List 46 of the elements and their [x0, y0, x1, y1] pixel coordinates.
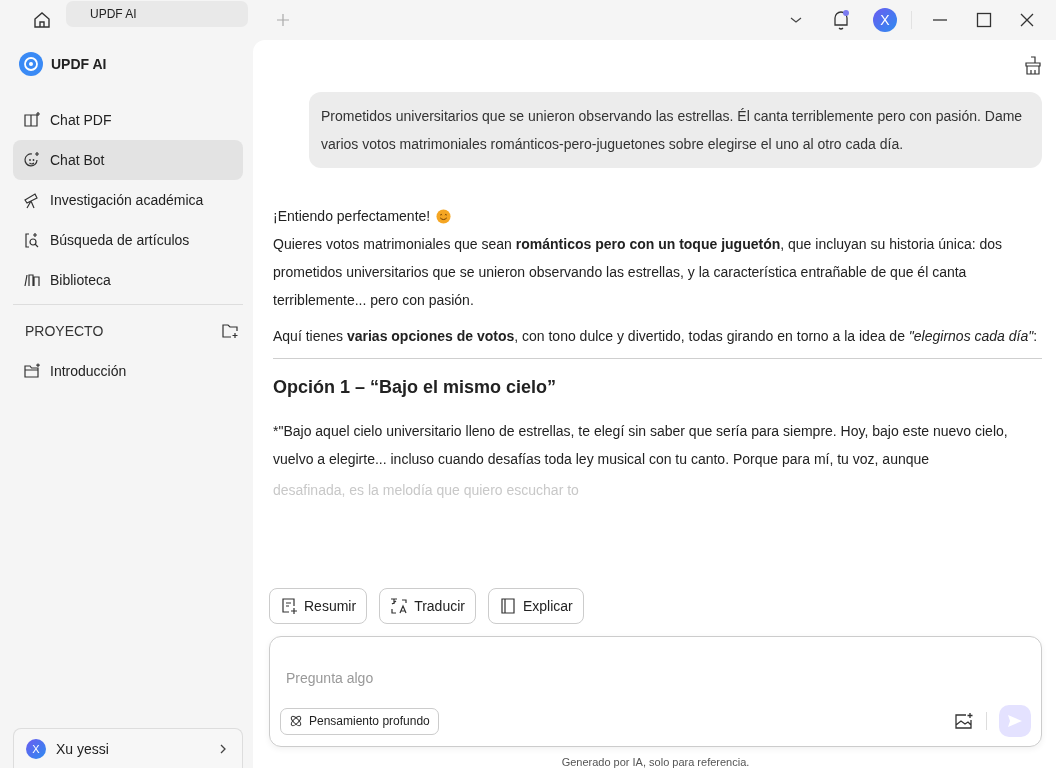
- user-name: Xu yessi: [56, 740, 110, 757]
- folder-icon: [23, 363, 41, 379]
- section-title: PROYECTO: [25, 323, 104, 339]
- reply-text: ¡Entiendo perfectamente!: [273, 207, 431, 226]
- action-button[interactable]: Explicar: [487, 588, 584, 624]
- book-icon: [23, 111, 41, 129]
- action-button[interactable]: Resumir: [269, 588, 368, 624]
- library-icon: [23, 271, 41, 289]
- sidebar-item[interactable]: Chat PDF: [13, 100, 243, 140]
- atom-icon: [289, 714, 303, 728]
- sidebar-item[interactable]: Investigación académica: [13, 180, 243, 220]
- message-input[interactable]: Pregunta algo Pensamiento profundo: [269, 636, 1042, 747]
- vow-text: *"Bajo aquel cielo universitario lleno de estrellas, te elegí sin saber que sería para siempre. Hoy, bajo este nuevo cielo, vuelvo a elegirte... incluso cuando desafías toda ley musical con tu canto. Porque para mí, tu voz, aunque: [273, 422, 1009, 469]
- search-document-icon: [23, 231, 41, 249]
- send-icon: [1007, 713, 1023, 729]
- deep-thinking-button[interactable]: Pensamiento profundo: [280, 707, 439, 735]
- disclaimer-text: Generado por IA, solo para referencia.: [560, 755, 751, 768]
- sidebar-item[interactable]: Búsqueda de artículos: [13, 220, 243, 260]
- user-avatar[interactable]: X: [873, 8, 897, 32]
- logo-icon: [19, 52, 43, 76]
- action-button[interactable]: Traducir: [379, 588, 476, 624]
- tab[interactable]: UPDF AI: [66, 1, 248, 27]
- bell-icon[interactable]: [831, 9, 851, 31]
- app-name: UPDF AI: [51, 56, 107, 72]
- user-avatar: X: [26, 738, 46, 759]
- chevron-right-icon: [218, 742, 228, 755]
- close-icon[interactable]: [1020, 13, 1034, 27]
- smiley-icon: [23, 151, 41, 169]
- reply-text: Aquí tienes varias opciones de votos, con tono dulce y divertido, todas girando en torno a la idea de "elegirnos cada día":: [273, 327, 1039, 346]
- chevron-down-icon[interactable]: [789, 15, 803, 25]
- broom-icon[interactable]: [1024, 56, 1042, 76]
- smiley-icon: [436, 208, 452, 224]
- image-icon[interactable]: [954, 712, 974, 730]
- summary-icon: [280, 597, 298, 615]
- option-heading: Opción 1 – “Bajo el mismo cielo”: [273, 376, 558, 399]
- translate-icon: [390, 597, 409, 615]
- sidebar-item[interactable]: Biblioteca: [13, 260, 243, 300]
- home-icon[interactable]: [32, 10, 52, 30]
- user-card[interactable]: X Xu yessi: [13, 728, 243, 768]
- user-message: Prometidos universitarios que se unieron observando las estrellas. Él canta terriblemente pero con pasión. Dame varios votos matrimoniales románticos-pero-juguetones sobre elegirse el uno al otro cada día.: [309, 92, 1042, 168]
- project-item[interactable]: Introducción: [13, 351, 243, 391]
- reply-text: Quieres votos matrimoniales que sean románticos pero con un toque juguetón, que incluyan su historia única: dos prometidos universitarios que se unieron observando las estrellas, y la característica entrañable de que él canta terriblemente... pero con pasión.: [273, 235, 1004, 310]
- new-folder-icon[interactable]: [221, 323, 239, 339]
- sidebar-item[interactable]: Chat Bot: [13, 140, 243, 180]
- book-icon: [498, 597, 517, 615]
- maximize-icon[interactable]: [976, 12, 992, 28]
